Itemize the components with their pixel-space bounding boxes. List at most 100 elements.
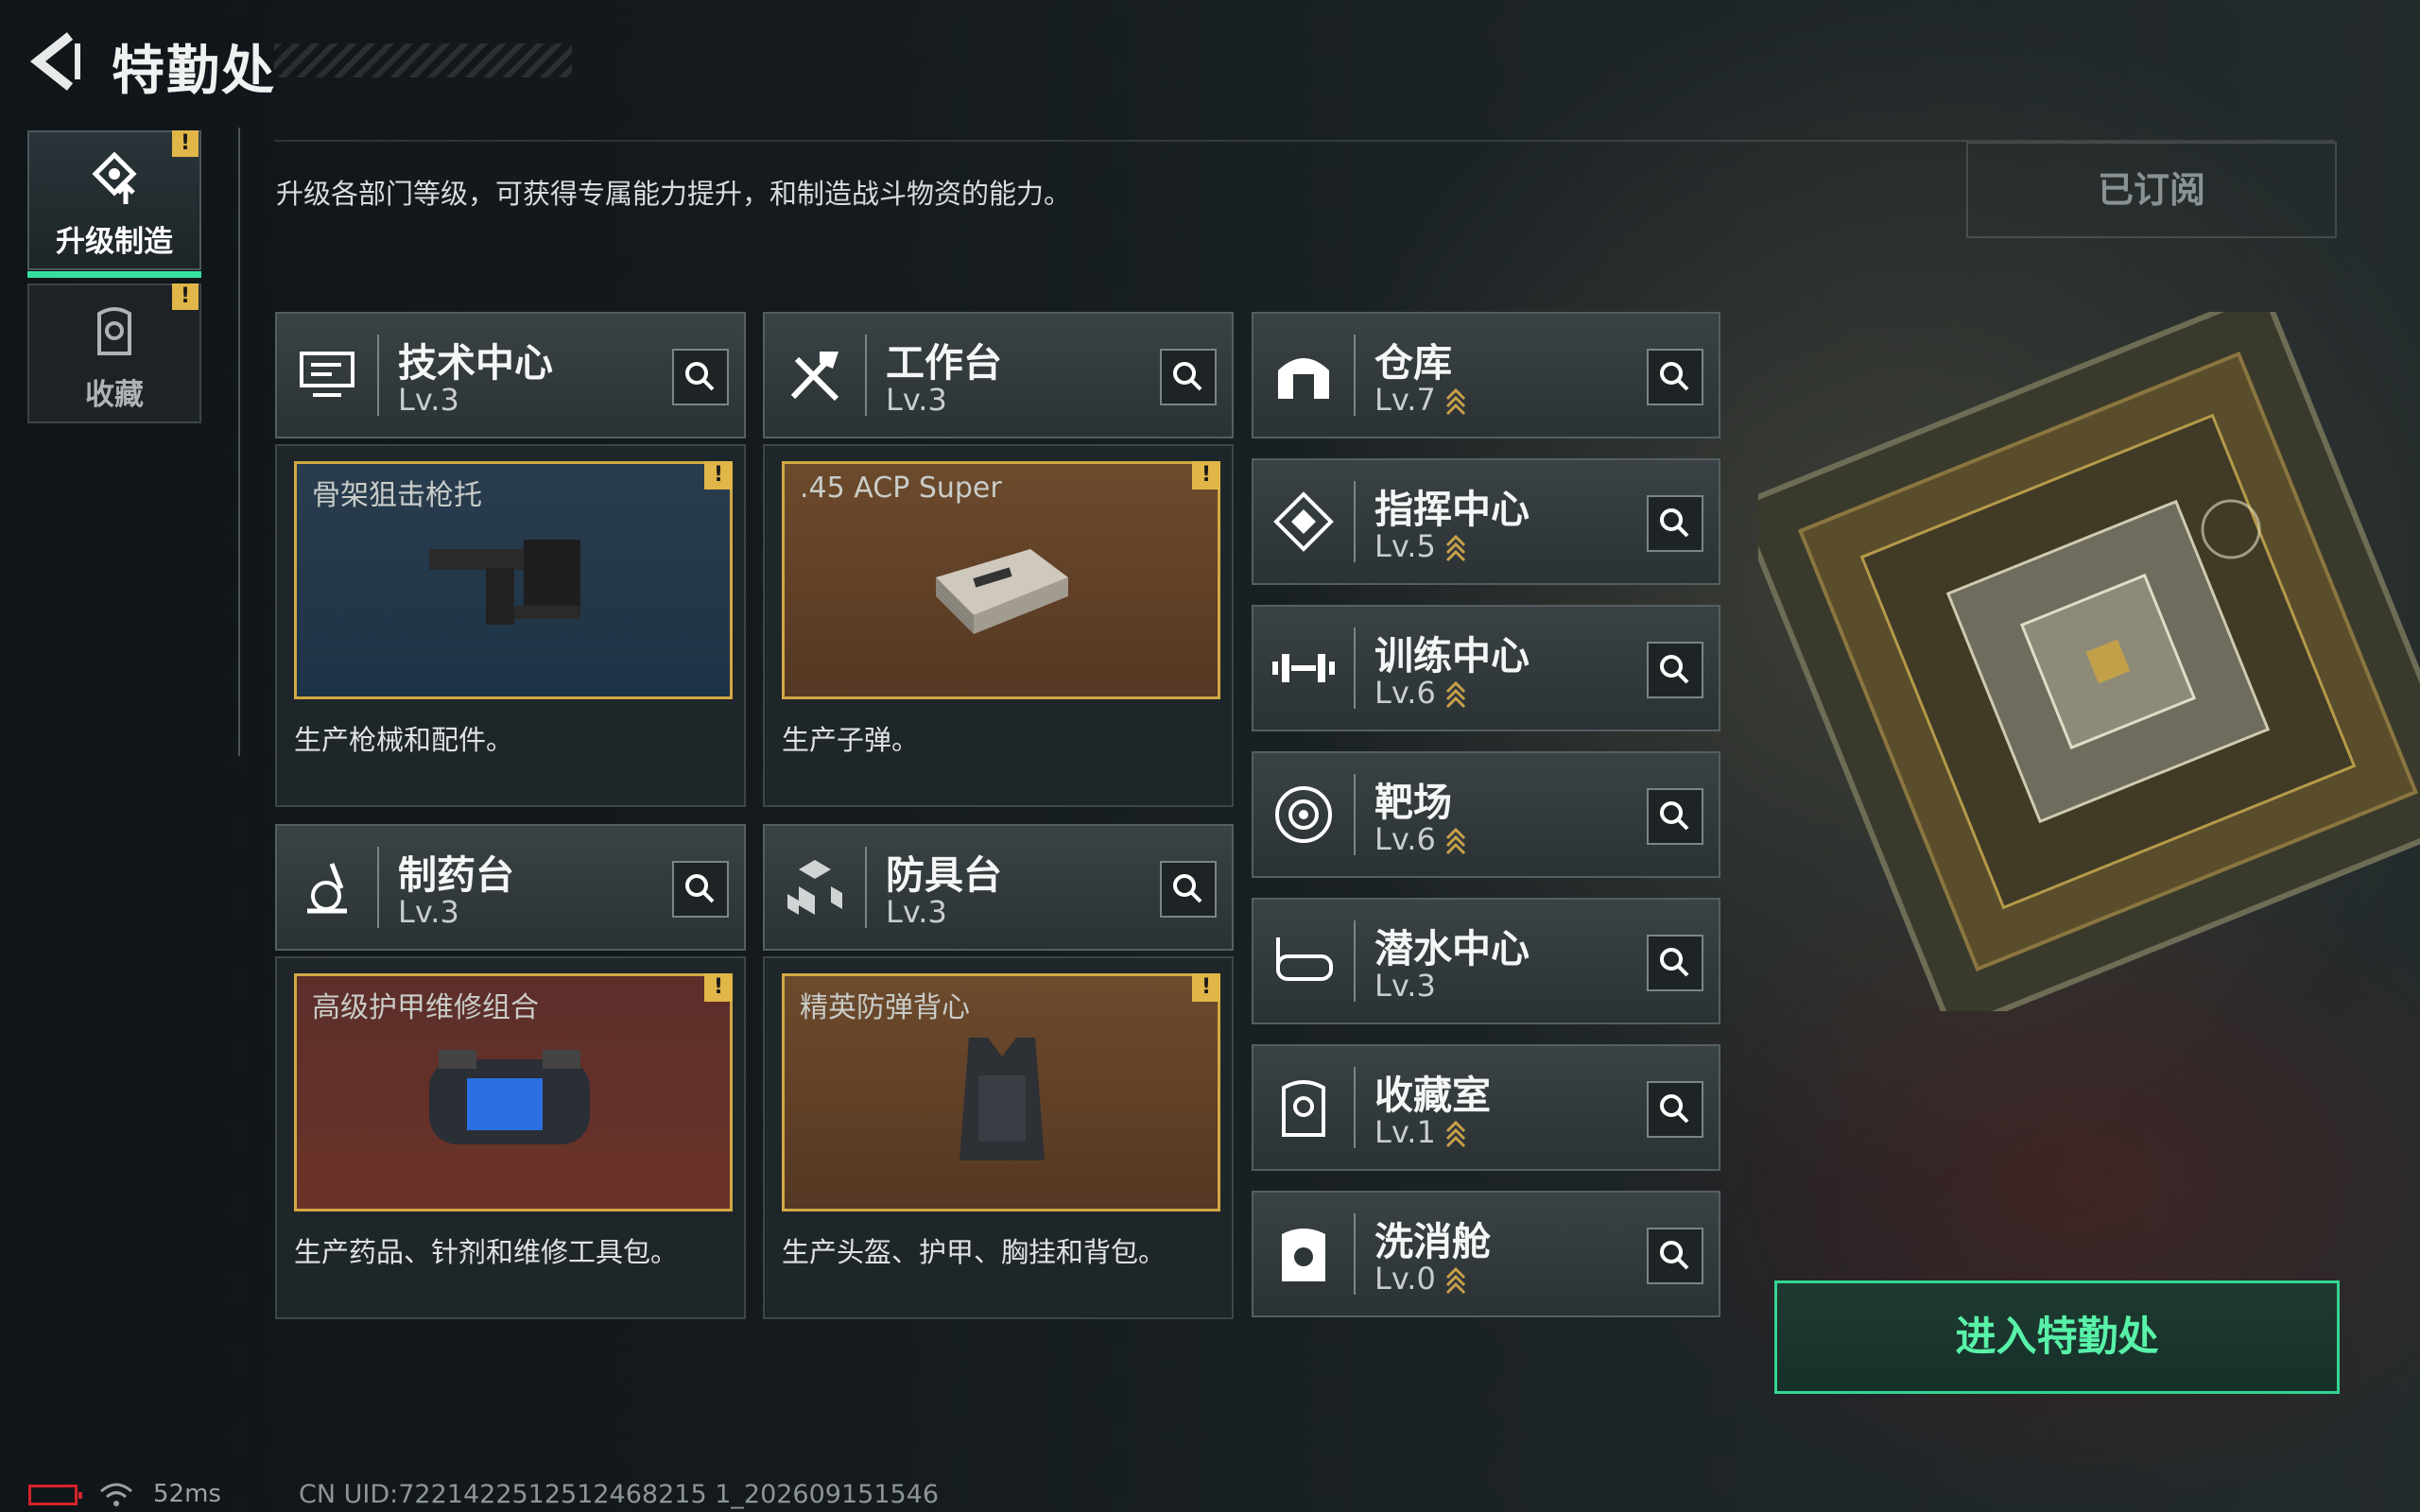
search-button[interactable] bbox=[1160, 349, 1217, 405]
facility-level: Lv.6 bbox=[1374, 821, 1466, 857]
facility-shooting-range[interactable]: 靶场 Lv.6 bbox=[1252, 751, 1720, 878]
facility-training-center[interactable]: 训练中心 Lv.6 bbox=[1252, 605, 1720, 731]
tech-center-icon bbox=[300, 352, 354, 397]
item-description: 生产药品、针剂和维修工具包。 bbox=[294, 1236, 679, 1268]
facility-dive-center[interactable]: 潜水中心 Lv.3 bbox=[1252, 898, 1720, 1024]
sidebar-item-label: 收藏 bbox=[85, 378, 144, 412]
facility-level: Lv.1 bbox=[1374, 1114, 1466, 1150]
command-center-icon bbox=[1273, 491, 1334, 552]
search-button[interactable] bbox=[1160, 861, 1217, 918]
upgrade-chevron-icon bbox=[1445, 827, 1465, 855]
armor-repair-kit-image bbox=[429, 1050, 590, 1144]
dept-level: Lv.3 bbox=[398, 894, 459, 930]
facility-name: 训练中心 bbox=[1374, 633, 1530, 679]
item-slot[interactable]: 高级护甲维修组合 ! bbox=[294, 973, 733, 1211]
upgrade-chevron-icon bbox=[1445, 1120, 1465, 1148]
search-button[interactable] bbox=[1647, 642, 1703, 698]
search-icon bbox=[1660, 1241, 1689, 1270]
facility-name: 潜水中心 bbox=[1374, 926, 1530, 971]
facility-name: 仓库 bbox=[1374, 340, 1452, 386]
decon-chamber-icon bbox=[1282, 1228, 1325, 1281]
search-button[interactable] bbox=[1647, 1081, 1703, 1138]
search-button[interactable] bbox=[1647, 1228, 1703, 1284]
search-icon bbox=[1173, 874, 1202, 903]
workbench-icon bbox=[790, 352, 839, 402]
page-title: 特勤处 bbox=[112, 41, 276, 102]
sidebar-divider bbox=[238, 128, 240, 756]
upgrade-chevron-icon bbox=[1445, 680, 1465, 709]
item-slot[interactable]: .45 ACP Super ! bbox=[782, 461, 1220, 699]
facility-warehouse[interactable]: 仓库 Lv.7 bbox=[1252, 312, 1720, 438]
dept-tech-center[interactable]: 技术中心 Lv.3 bbox=[275, 312, 746, 438]
facility-name: 收藏室 bbox=[1374, 1073, 1491, 1118]
subscribed-button[interactable]: 已订阅 bbox=[1966, 142, 2337, 238]
network-latency: 52ms bbox=[153, 1480, 221, 1508]
shooting-range-icon bbox=[1275, 786, 1332, 843]
dept-name: 防具台 bbox=[886, 852, 1002, 898]
search-icon bbox=[685, 362, 715, 391]
dept-level: Lv.3 bbox=[886, 894, 947, 930]
item-slot[interactable]: 骨架狙击枪托 ! bbox=[294, 461, 733, 699]
dept-name: 技术中心 bbox=[398, 340, 553, 386]
search-icon bbox=[1660, 362, 1689, 391]
wifi-icon bbox=[100, 1483, 132, 1506]
dive-center-icon bbox=[1276, 937, 1333, 981]
item-description: 生产头盔、护甲、胸挂和背包。 bbox=[782, 1236, 1167, 1268]
dept-level: Lv.3 bbox=[398, 382, 459, 418]
facility-collection-room[interactable]: 收藏室 Lv.1 bbox=[1252, 1044, 1720, 1171]
workbench-production-card[interactable]: .45 ACP Super ! 生产子弹。 bbox=[763, 444, 1234, 807]
dept-armor-bench[interactable]: 防具台 Lv.3 bbox=[763, 824, 1234, 951]
search-icon bbox=[1660, 948, 1689, 977]
search-icon bbox=[1660, 801, 1689, 831]
enter-special-ops-button[interactable]: 进入特勤处 bbox=[1774, 1280, 2340, 1394]
dept-name: 工作台 bbox=[886, 340, 1002, 386]
search-icon bbox=[685, 874, 715, 903]
search-button[interactable] bbox=[672, 861, 729, 918]
sniper-stock-image bbox=[429, 540, 580, 625]
item-warning-badge: ! bbox=[704, 973, 733, 1002]
armor-bench-icon bbox=[787, 860, 842, 915]
search-icon bbox=[1660, 1094, 1689, 1124]
pharmacy-production-card[interactable]: 高级护甲维修组合 ! 生产药品、针剂和维修工具包。 bbox=[275, 956, 746, 1319]
sidebar-warning-badge: ! bbox=[172, 284, 199, 310]
item-warning-badge: ! bbox=[704, 461, 733, 490]
facility-level: Lv.6 bbox=[1374, 675, 1466, 711]
search-button[interactable] bbox=[672, 349, 729, 405]
dept-pharmacy[interactable]: 制药台 Lv.3 bbox=[275, 824, 746, 951]
collection-room-icon bbox=[1282, 1080, 1325, 1137]
training-center-icon bbox=[1272, 654, 1335, 682]
search-button[interactable] bbox=[1647, 788, 1703, 845]
title-decoration bbox=[274, 43, 572, 77]
search-icon bbox=[1660, 655, 1689, 684]
pharmacy-icon bbox=[307, 863, 347, 914]
bulletproof-vest-image bbox=[959, 1038, 1045, 1160]
search-button[interactable] bbox=[1647, 935, 1703, 991]
facility-level: Lv.7 bbox=[1374, 382, 1466, 418]
item-description: 生产枪械和配件。 bbox=[294, 724, 514, 756]
search-button[interactable] bbox=[1647, 495, 1703, 552]
facility-decon-chamber[interactable]: 洗消舱 Lv.0 bbox=[1252, 1191, 1720, 1317]
tech-center-production-card[interactable]: 骨架狙击枪托 ! 生产枪械和配件。 bbox=[275, 444, 746, 807]
upgrade-craft-icon bbox=[92, 151, 137, 204]
item-warning-badge: ! bbox=[1192, 973, 1220, 1002]
upgrade-chevron-icon bbox=[1445, 387, 1465, 416]
item-slot[interactable]: 精英防弹背心 ! bbox=[782, 973, 1220, 1211]
item-name: 高级护甲维修组合 bbox=[312, 991, 539, 1024]
facility-name: 靶场 bbox=[1374, 780, 1452, 825]
dept-workbench[interactable]: 工作台 Lv.3 bbox=[763, 312, 1234, 438]
facility-level: Lv.5 bbox=[1374, 528, 1466, 564]
page-description: 升级各部门等级，可获得专属能力提升，和制造战斗物资的能力。 bbox=[276, 178, 1072, 210]
search-icon bbox=[1660, 508, 1689, 538]
upgrade-chevron-icon bbox=[1445, 534, 1465, 562]
facility-name: 指挥中心 bbox=[1374, 487, 1530, 532]
dept-level: Lv.3 bbox=[886, 382, 947, 418]
item-description: 生产子弹。 bbox=[782, 724, 920, 756]
back-arrow-icon[interactable] bbox=[28, 30, 85, 93]
search-button[interactable] bbox=[1647, 349, 1703, 405]
search-icon bbox=[1173, 362, 1202, 391]
item-warning-badge: ! bbox=[1192, 461, 1220, 490]
facility-name: 洗消舱 bbox=[1374, 1219, 1491, 1264]
armor-bench-production-card[interactable]: 精英防弹背心 ! 生产头盔、护甲、胸挂和背包。 bbox=[763, 956, 1234, 1319]
facility-command-center[interactable]: 指挥中心 Lv.5 bbox=[1252, 458, 1720, 585]
item-name: .45 ACP Super bbox=[800, 472, 1002, 505]
